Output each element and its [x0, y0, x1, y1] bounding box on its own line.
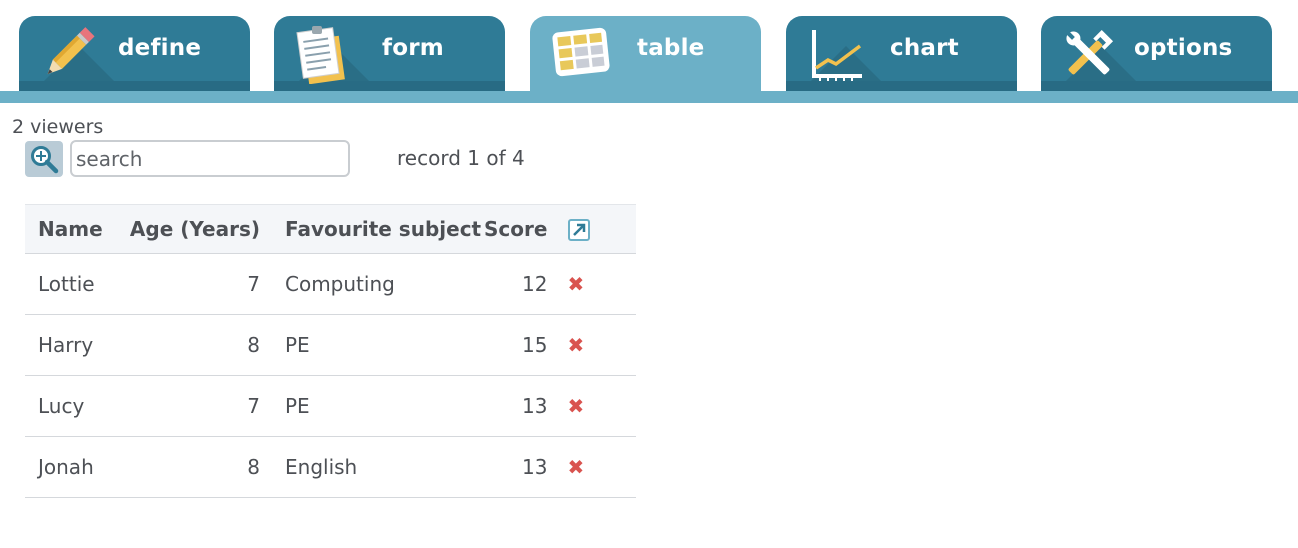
tab-label: chart [890, 35, 959, 61]
cell-name: Lottie [38, 272, 95, 296]
table-row[interactable]: Jonah 8 English 13 ✖ [25, 437, 636, 498]
cell-age: 7 [247, 272, 260, 296]
viewer-count: 2 viewers [12, 116, 104, 138]
tab-define[interactable]: define [19, 16, 250, 91]
table-grid-icon [552, 27, 610, 77]
cell-age: 7 [247, 394, 260, 418]
tools-icon [1066, 29, 1114, 75]
expand-icon[interactable] [567, 218, 591, 242]
tab-chart[interactable]: chart [786, 16, 1017, 91]
cell-age: 8 [247, 455, 260, 479]
cell-subject: PE [285, 333, 310, 357]
search-button[interactable] [25, 141, 63, 177]
table-row[interactable]: Lottie 7 Computing 12 ✖ [25, 254, 636, 315]
cell-score: 13 [521, 455, 548, 479]
expand-column-header [547, 205, 636, 254]
table-header-row: Name Age (Years) Favourite subject Score [25, 204, 636, 254]
column-header-age[interactable]: Age (Years) [112, 205, 260, 254]
search-icon [31, 146, 59, 174]
tab-label: define [118, 35, 202, 61]
tab-bar: define form table chart options [0, 0, 1298, 103]
record-counter: record 1 of 4 [397, 146, 525, 170]
notepad-icon [296, 26, 345, 84]
data-table: Name Age (Years) Favourite subject Score… [25, 204, 636, 498]
line-chart-icon [812, 30, 862, 81]
cell-score: 15 [521, 333, 548, 357]
column-header-name[interactable]: Name [25, 205, 112, 254]
delete-row-button[interactable]: ✖ [567, 455, 584, 479]
delete-row-button[interactable]: ✖ [567, 272, 584, 296]
search-input[interactable] [70, 140, 350, 177]
table-row[interactable]: Lucy 7 PE 13 ✖ [25, 376, 636, 437]
tab-options[interactable]: options [1041, 16, 1272, 91]
tab-form[interactable]: form [274, 16, 505, 91]
column-header-subject[interactable]: Favourite subject [260, 205, 484, 254]
table-row[interactable]: Harry 8 PE 15 ✖ [25, 315, 636, 376]
delete-row-button[interactable]: ✖ [567, 394, 584, 418]
cell-score: 13 [521, 394, 548, 418]
cell-age: 8 [247, 333, 260, 357]
pencil-icon [47, 27, 95, 75]
column-header-score[interactable]: Score [484, 205, 547, 254]
tab-table[interactable]: table [530, 16, 761, 91]
tab-strip [0, 91, 1298, 103]
tab-label: options [1134, 35, 1233, 61]
cell-name: Lucy [38, 394, 85, 418]
tab-label: table [637, 35, 705, 61]
cell-name: Jonah [38, 455, 94, 479]
cell-subject: PE [285, 394, 310, 418]
cell-subject: English [285, 455, 358, 479]
cell-name: Harry [38, 333, 94, 357]
cell-subject: Computing [285, 272, 395, 296]
cell-score: 12 [521, 272, 548, 296]
delete-row-button[interactable]: ✖ [567, 333, 584, 357]
tab-label: form [382, 35, 444, 61]
